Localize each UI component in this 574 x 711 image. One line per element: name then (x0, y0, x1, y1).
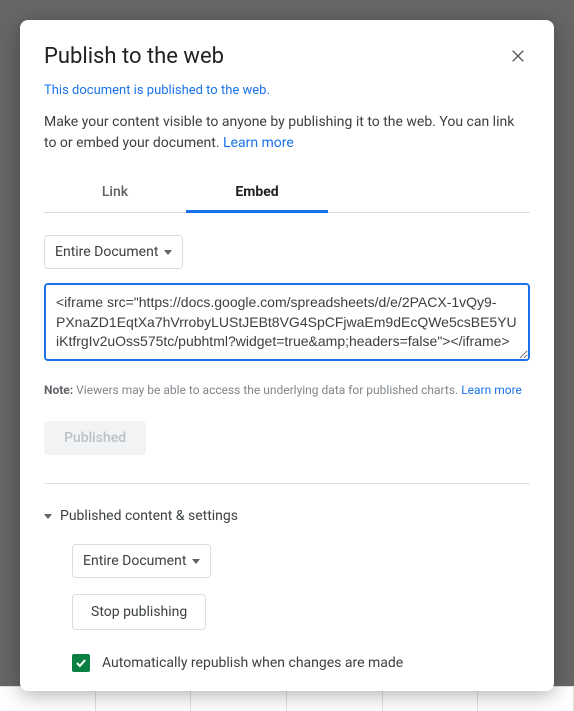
dialog-title: Publish to the web (44, 44, 224, 69)
auto-republish-label: Automatically republish when changes are… (102, 655, 403, 671)
scope-dropdown-label: Entire Document (55, 244, 158, 260)
settings-toggle[interactable]: Published content & settings (44, 508, 530, 524)
caret-down-icon (164, 250, 172, 255)
settings-scope-label: Entire Document (83, 553, 186, 569)
settings-body: Entire Document Stop publishing Automati… (44, 544, 530, 672)
note-body: Viewers may be able to access the underl… (73, 383, 461, 397)
caret-down-icon (192, 559, 200, 564)
divider (44, 483, 530, 484)
check-icon (74, 656, 88, 670)
note-prefix: Note: (44, 383, 73, 397)
note-learn-more-link[interactable]: Learn more (461, 383, 522, 397)
published-notice: This document is published to the web. (44, 83, 530, 98)
scope-dropdown[interactable]: Entire Document (44, 235, 183, 269)
close-button[interactable] (506, 44, 530, 68)
close-icon (509, 47, 527, 65)
stop-publishing-button[interactable]: Stop publishing (72, 594, 206, 630)
publish-dialog: Publish to the web This document is publ… (20, 20, 554, 691)
triangle-down-icon (44, 514, 52, 519)
embed-code-textarea[interactable] (44, 283, 530, 361)
tabs: Link Embed (44, 174, 530, 213)
tab-link[interactable]: Link (44, 174, 186, 212)
dialog-description: Make your content visible to anyone by p… (44, 112, 530, 154)
published-button: Published (44, 421, 146, 455)
tab-embed[interactable]: Embed (186, 174, 328, 213)
learn-more-link[interactable]: Learn more (223, 135, 294, 151)
note-text: Note: Viewers may be able to access the … (44, 383, 530, 397)
settings-header-label: Published content & settings (60, 508, 238, 524)
auto-republish-row: Automatically republish when changes are… (72, 654, 530, 672)
settings-scope-dropdown[interactable]: Entire Document (72, 544, 211, 578)
auto-republish-checkbox[interactable] (72, 654, 90, 672)
